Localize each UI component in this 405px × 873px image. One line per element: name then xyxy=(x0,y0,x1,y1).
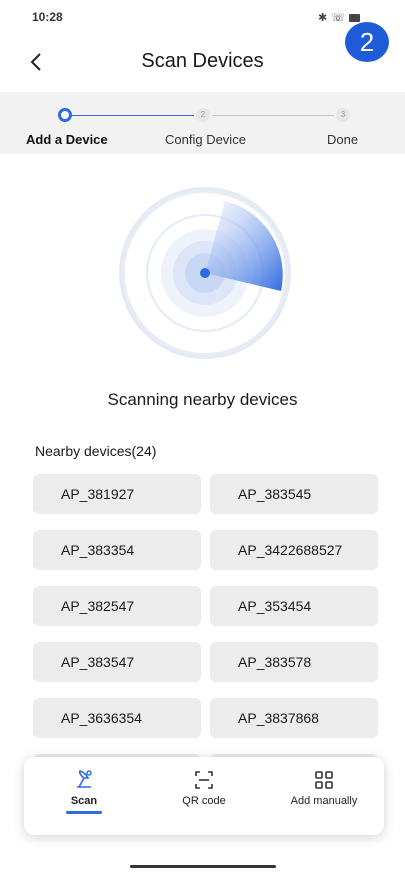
step-connector-2 xyxy=(212,115,334,116)
tab-scan[interactable]: Scan xyxy=(24,757,144,835)
step-connector-1 xyxy=(72,115,194,116)
scan-radar-icon xyxy=(77,770,92,788)
status-time: 10:28 xyxy=(32,10,63,24)
device-item[interactable]: AP_381927 xyxy=(33,474,201,514)
device-item[interactable]: AP_383578 xyxy=(210,642,378,682)
battery-icon xyxy=(348,13,360,22)
status-bar: 10:28 ✱ ☏ xyxy=(0,0,405,40)
device-item[interactable]: AP_382547 xyxy=(33,586,201,626)
step-label-3: Done xyxy=(327,132,359,147)
tab-label-qr-code: QR code xyxy=(182,795,226,807)
device-item[interactable]: AP_353454 xyxy=(210,586,378,626)
tab-label-scan: Scan xyxy=(70,795,98,807)
stepper: 2 3 Add a Device Config Device Done xyxy=(0,92,405,154)
scan-status-text: Scanning nearby devices xyxy=(107,390,298,409)
step-dot-3: 3 xyxy=(336,108,350,122)
page-title: Scan Devices xyxy=(141,50,264,72)
bluetooth-icon: ✱ xyxy=(318,12,328,24)
device-item[interactable]: AP_383547 xyxy=(33,642,201,682)
radar-scan-animation xyxy=(119,187,291,359)
qr-code-icon xyxy=(195,771,213,789)
device-item[interactable]: AP_3636354 xyxy=(33,698,201,738)
grid-icon xyxy=(315,771,333,789)
device-item[interactable]: AP_383354 xyxy=(33,530,201,570)
active-tab-indicator xyxy=(66,811,102,814)
home-indicator xyxy=(130,865,276,868)
step-dot-1 xyxy=(58,108,72,122)
device-item[interactable]: AP_383545 xyxy=(210,474,378,514)
step-dot-2: 2 xyxy=(196,108,210,122)
device-item[interactable]: AP_3837868 xyxy=(210,698,378,738)
bottom-tab-bar: Scan QR code Add manually xyxy=(24,757,384,835)
call-icon: ☏ xyxy=(331,12,345,24)
device-item[interactable]: AP_3422688527 xyxy=(210,530,378,570)
step-label-2: Config Device xyxy=(165,132,246,147)
tab-label-add-manually: Add manually xyxy=(290,795,358,807)
status-icons: ✱ ☏ xyxy=(318,11,360,24)
step-label-1: Add a Device xyxy=(26,132,108,147)
nearby-devices-title: Nearby devices(24) xyxy=(35,443,157,459)
tab-add-manually[interactable]: Add manually xyxy=(264,757,384,835)
tab-qr-code[interactable]: QR code xyxy=(144,757,264,835)
